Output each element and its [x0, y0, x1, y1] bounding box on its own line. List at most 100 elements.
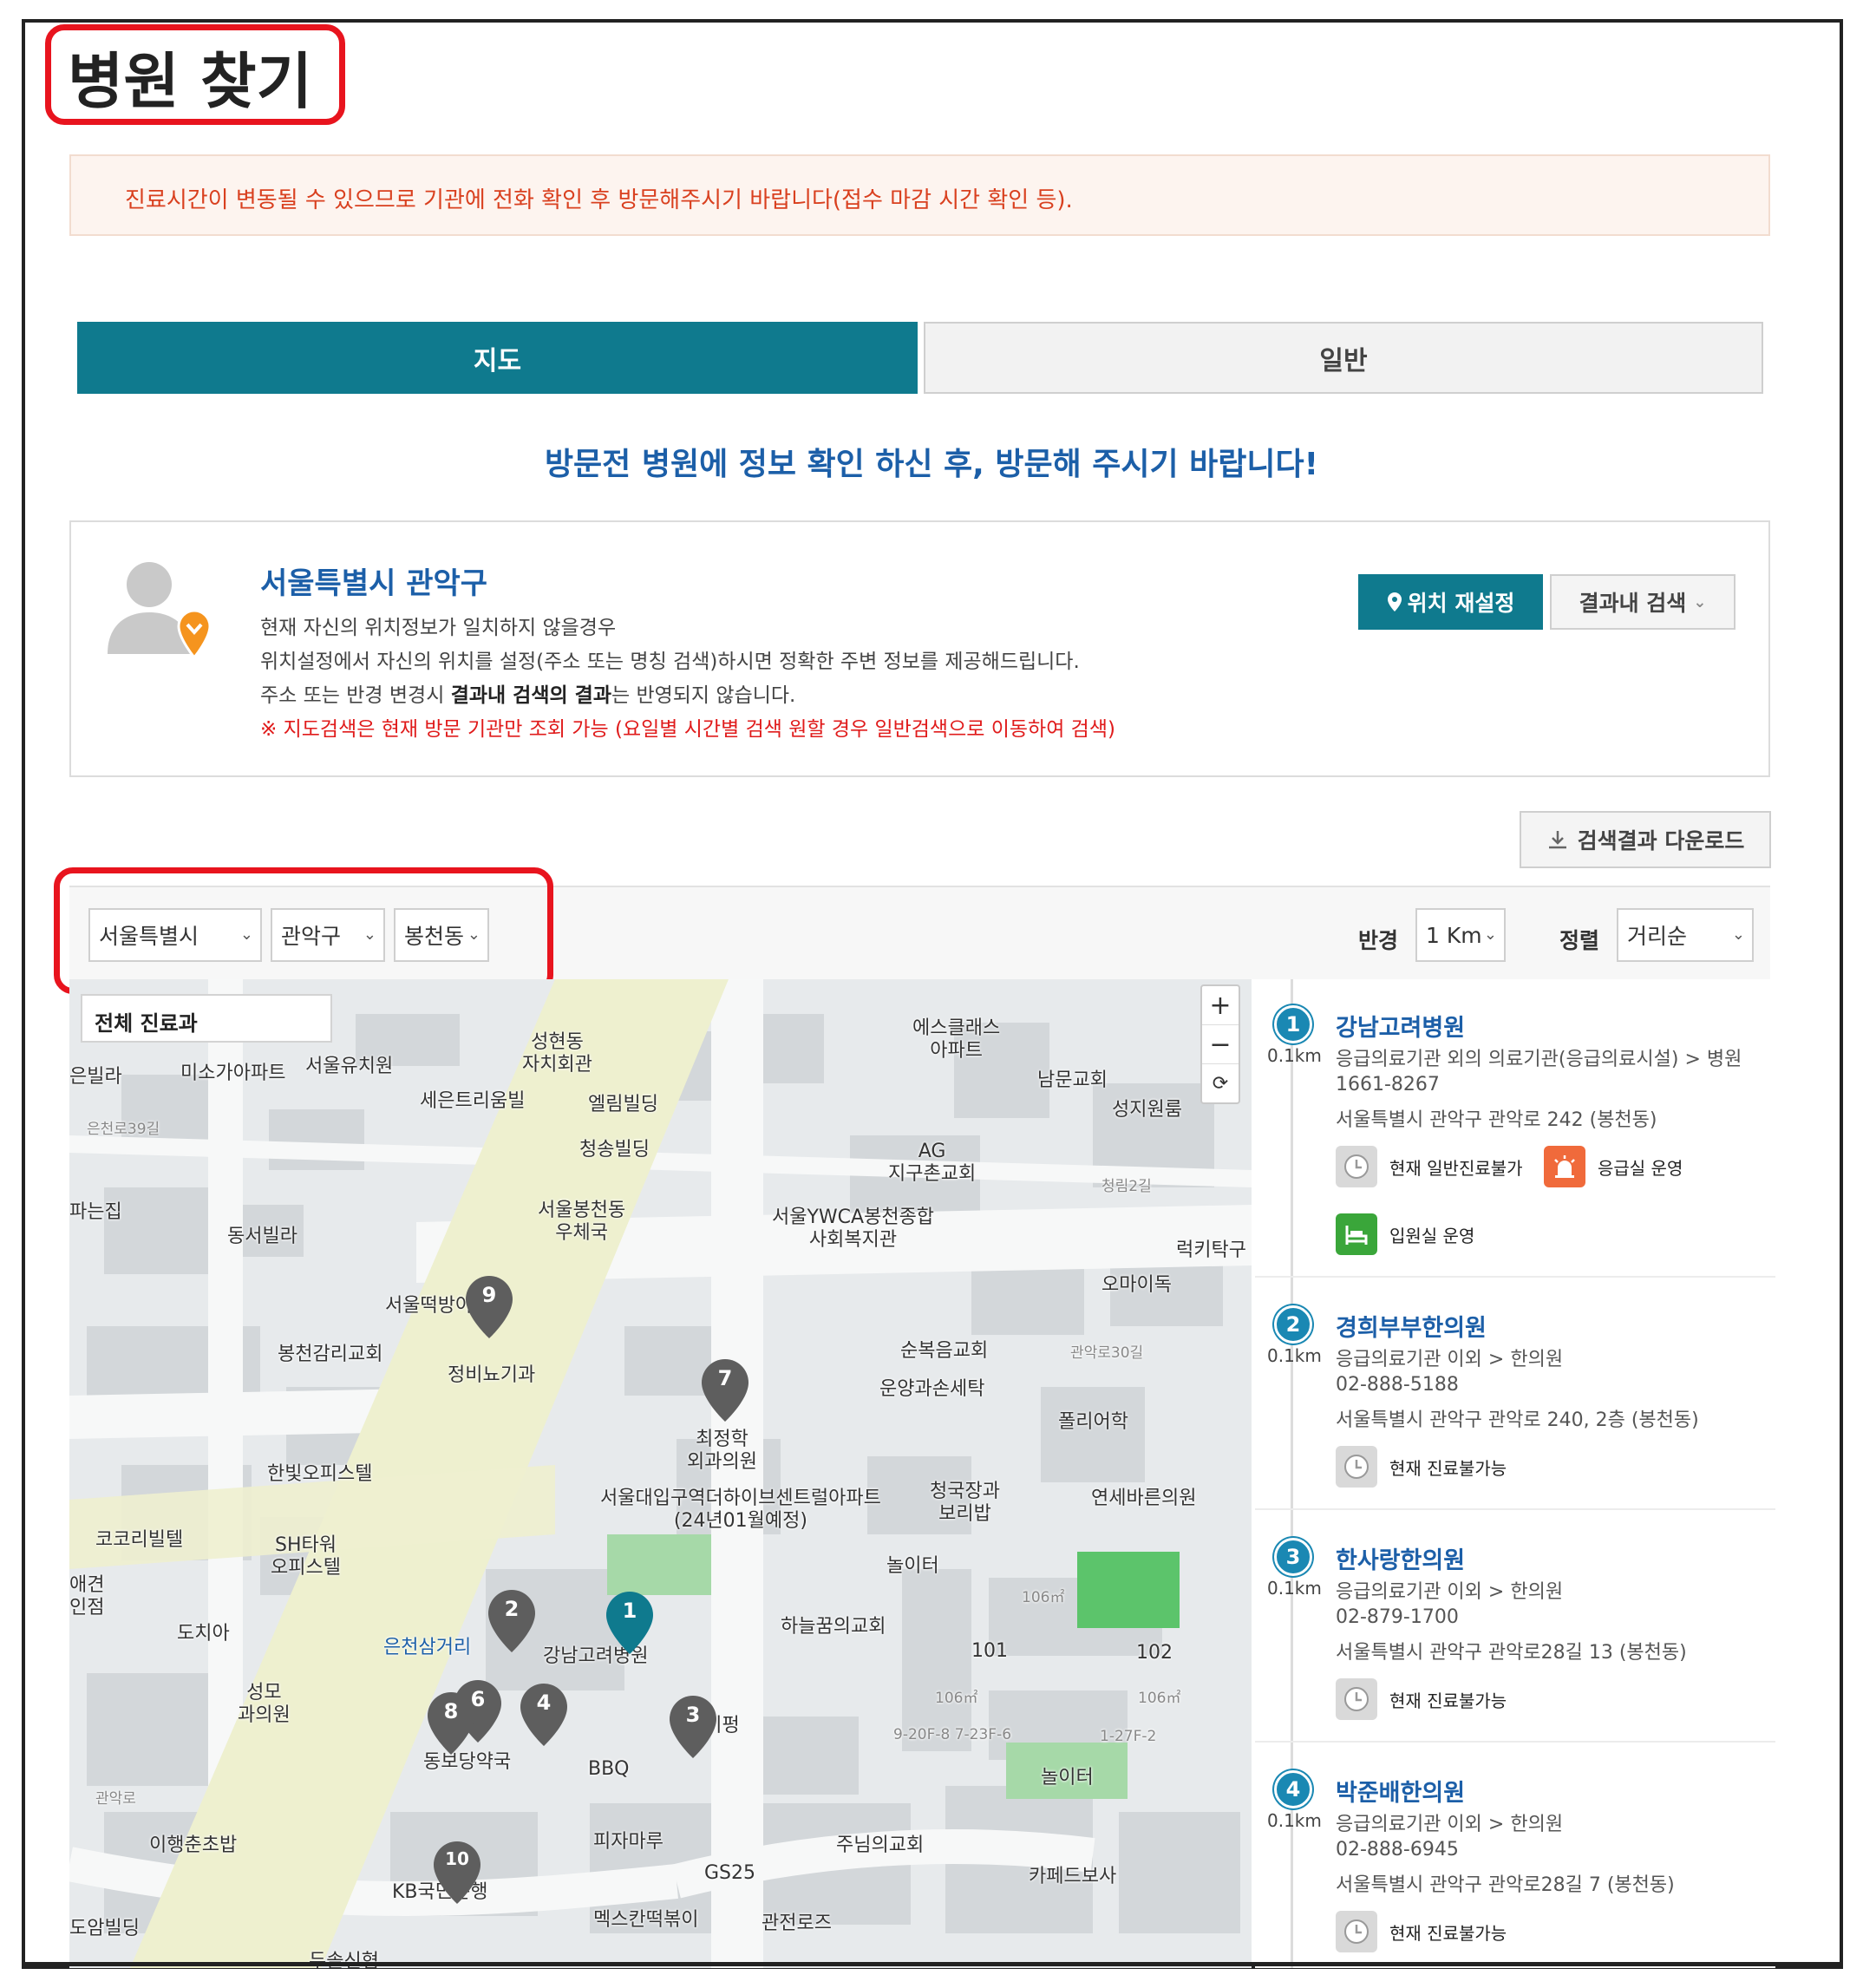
download-results-label: 검색결과 다운로드 — [1577, 828, 1745, 853]
map-pin[interactable]: 4 — [519, 1682, 569, 1748]
highlight-box-title — [45, 24, 345, 125]
result-name[interactable]: 경희부부한의원 — [1336, 1309, 1487, 1343]
result-item[interactable]: 2 0.1km 경희부부한의원 응급의료기관 이외 > 한의원 02-888-5… — [1255, 1305, 1775, 1514]
map-label: AG 지구촌교회 — [888, 1141, 977, 1185]
result-distance: 0.1km — [1267, 1045, 1322, 1066]
sort-select-value: 거리순 — [1627, 924, 1688, 949]
map-search-warning: ※ 지도검색은 현재 방문 기관만 조회 가능 (요일별 시간별 검색 원할 경… — [260, 718, 1115, 741]
map-pin[interactable]: 7 — [700, 1357, 750, 1423]
radius-select[interactable]: 1 Km ⌄ — [1415, 908, 1506, 962]
status-badge-label: 현재 진료불가능 — [1389, 1690, 1507, 1711]
result-address: 서울특별시 관악구 관악로28길 13 (봉천동) — [1336, 1642, 1687, 1664]
result-index: 3 — [1274, 1538, 1312, 1576]
result-item[interactable]: 4 0.1km 박준배한의원 응급의료기관 이외 > 한의원 02-888-69… — [1255, 1770, 1775, 1968]
map-label: 오마이독 — [1101, 1274, 1172, 1296]
result-phone: 02-888-6945 — [1336, 1839, 1459, 1860]
refresh-map-button[interactable]: ⟳ — [1202, 1064, 1239, 1103]
chevron-down-icon: ⌄ — [1731, 925, 1745, 944]
map-label: 엘림빌딩 — [588, 1094, 658, 1115]
map-label: 한빛오피스텔 — [267, 1463, 373, 1485]
result-distance: 0.1km — [1267, 1810, 1322, 1831]
inpatient-badge-label: 입원실 운영 — [1389, 1225, 1475, 1246]
map-label: 연세바른의원 — [1091, 1488, 1197, 1509]
chevron-down-icon: ⌄ — [1693, 592, 1707, 611]
emergency-badge: 응급실 운영 — [1544, 1146, 1683, 1187]
map-label: 은천로39길 — [87, 1121, 160, 1138]
map-label: 106㎡ — [1138, 1690, 1181, 1707]
results-list: 1 0.1km 강남고려병원 응급의료기관 외의 의료기관(응급의료시설) > … — [1255, 979, 1775, 1968]
result-index: 1 — [1274, 1005, 1312, 1043]
bed-icon — [1336, 1213, 1377, 1255]
zoom-in-button[interactable]: + — [1202, 986, 1239, 1025]
clock-icon — [1336, 1911, 1377, 1952]
status-badge-label: 현재 진료불가능 — [1389, 1922, 1507, 1944]
tab-general[interactable]: 일반 — [924, 322, 1763, 394]
status-badge: 현재 진료불가능 — [1336, 1911, 1507, 1952]
map-view[interactable]: 전체 진료과 + − ⟳ 서울유치원 미소가아파트 은빌라 성현동 자치회관 세… — [69, 979, 1252, 1968]
map-pin-number: 2 — [504, 1597, 520, 1621]
map-pin[interactable]: 2 — [487, 1588, 537, 1654]
map-label: 에스클래스 아파트 — [912, 1017, 1001, 1062]
department-dropdown[interactable]: 전체 진료과 — [81, 994, 332, 1043]
filter-results-button[interactable]: 결과내 검색 ⌄ — [1550, 574, 1736, 630]
map-label: 주님의교회 — [836, 1834, 925, 1856]
location-info-3-post: 는 반영되지 않습니다. — [611, 684, 796, 707]
tab-map[interactable]: 지도 — [77, 322, 918, 394]
map-label: 도치아 — [177, 1623, 230, 1645]
reset-location-label: 위치 재설정 — [1407, 591, 1515, 616]
user-location-icon — [104, 557, 217, 661]
map-label: 9-20F-8 7-23F-6 — [893, 1726, 1012, 1743]
result-item[interactable]: 3 0.1km 한사랑한의원 응급의료기관 이외 > 한의원 02-879-17… — [1255, 1538, 1775, 1746]
clock-icon — [1336, 1146, 1377, 1187]
zoom-out-button[interactable]: − — [1202, 1025, 1239, 1064]
status-badge: 현재 진료불가능 — [1336, 1446, 1507, 1488]
map-label: 성현동 자치회관 — [522, 1031, 592, 1076]
download-icon — [1548, 831, 1566, 849]
emergency-badge-label: 응급실 운영 — [1598, 1157, 1683, 1179]
download-results-button[interactable]: 검색결과 다운로드 — [1520, 811, 1771, 868]
map-pin[interactable]: 1 — [605, 1590, 655, 1656]
map-pin[interactable]: 8 — [426, 1690, 476, 1756]
map-label: GS25 — [704, 1862, 756, 1884]
sort-label: 정렬 — [1559, 928, 1600, 953]
result-phone: 1661-8267 — [1336, 1074, 1440, 1095]
reset-location-button[interactable]: 위치 재설정 — [1358, 574, 1543, 630]
status-badge: 현재 일반진료불가 — [1336, 1146, 1523, 1187]
map-label: 서울대입구역더하이브센트럴아파트 (24년01월예정) — [600, 1488, 881, 1532]
clock-icon — [1336, 1678, 1377, 1720]
map-label: 106㎡ — [1022, 1589, 1065, 1606]
map-pin-number: 8 — [443, 1699, 459, 1723]
map-label: 청림2길 — [1101, 1178, 1152, 1195]
location-info-2: 위치설정에서 자신의 위치를 설정(주소 또는 명칭 검색)하시면 정확한 주변… — [260, 651, 1080, 673]
map-label: 코코리빌텔 — [95, 1529, 184, 1551]
map-label: 최정학 외과의원 — [687, 1429, 757, 1473]
result-category: 응급의료기관 이외 > 한의원 — [1336, 1349, 1564, 1370]
map-pin[interactable]: 10 — [432, 1840, 482, 1906]
divider — [1255, 1508, 1775, 1510]
map-label: 정비뇨기과 — [448, 1364, 536, 1386]
map-pin[interactable]: 9 — [464, 1274, 514, 1340]
notice-text: 진료시간이 변동될 수 있으므로 기관에 전화 확인 후 방문해주시기 바랍니다… — [125, 187, 1073, 213]
result-address: 서울특별시 관악구 관악로 240, 2층 (봉천동) — [1336, 1409, 1699, 1431]
map-label: 청송빌딩 — [579, 1139, 650, 1161]
result-name[interactable]: 강남고려병원 — [1336, 1009, 1465, 1043]
result-address: 서울특별시 관악구 관악로 242 (봉천동) — [1336, 1109, 1657, 1131]
map-label: 102 — [1136, 1642, 1173, 1664]
pin-icon — [1387, 592, 1402, 611]
map-label: 은천삼거리 — [383, 1637, 472, 1658]
map-label: 관악로 — [95, 1790, 136, 1808]
result-distance: 0.1km — [1267, 1578, 1322, 1599]
radius-label: 반경 — [1358, 928, 1399, 953]
zoom-controls: + − ⟳ — [1200, 984, 1240, 1104]
map-pin-number: 9 — [481, 1283, 497, 1307]
status-badge: 현재 진료불가능 — [1336, 1678, 1507, 1720]
status-badge-label: 현재 일반진료불가 — [1389, 1157, 1523, 1179]
map-label: 멕스칸떡볶이 — [593, 1909, 699, 1931]
result-phone: 02-879-1700 — [1336, 1606, 1459, 1628]
result-name[interactable]: 박준배한의원 — [1336, 1774, 1465, 1808]
map-pin[interactable]: 3 — [668, 1694, 718, 1760]
result-name[interactable]: 한사랑한의원 — [1336, 1541, 1465, 1575]
sort-select[interactable]: 거리순 ⌄ — [1617, 908, 1754, 962]
radius-select-value: 1 Km — [1426, 922, 1482, 948]
result-item[interactable]: 1 0.1km 강남고려병원 응급의료기관 외의 의료기관(응급의료시설) > … — [1255, 1005, 1775, 1281]
